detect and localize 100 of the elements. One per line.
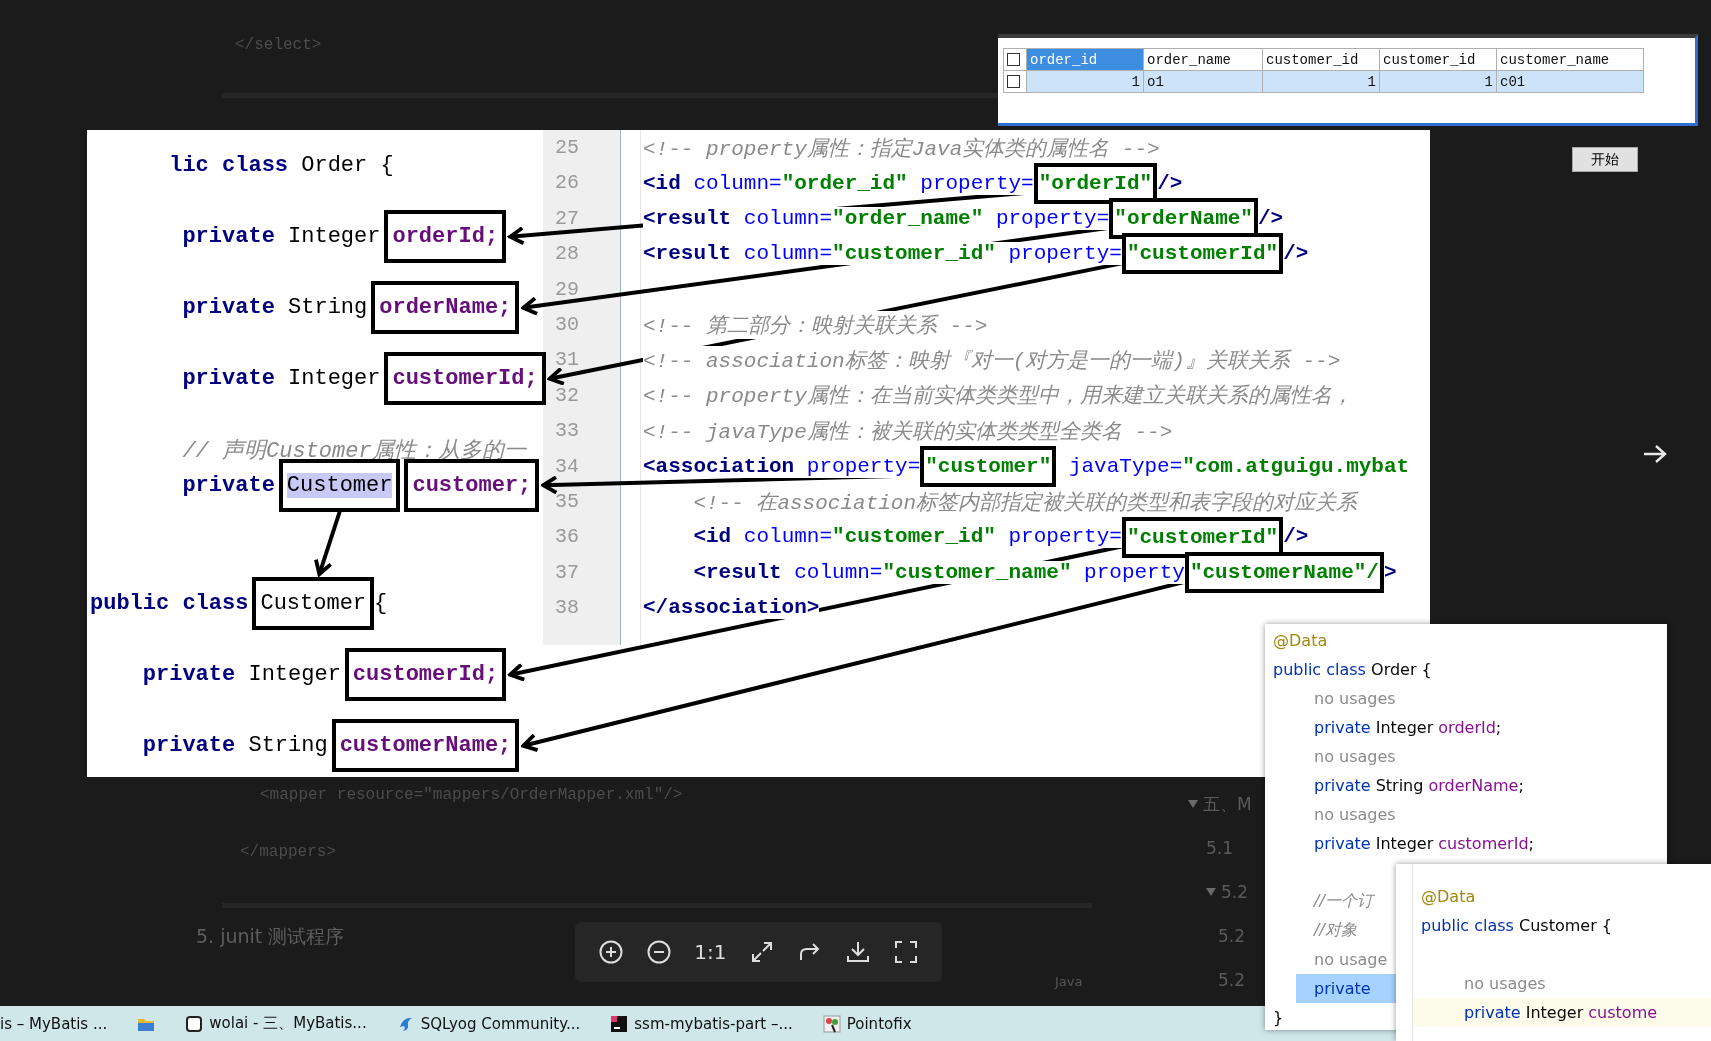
code-text: "customer_name" bbox=[882, 560, 1072, 584]
code-comment: <!-- 第二部分：映射关联关系 --> bbox=[643, 310, 988, 339]
code-text: </association> bbox=[643, 596, 820, 620]
code-text: <association bbox=[643, 454, 795, 478]
next-arrow-icon[interactable] bbox=[1641, 442, 1669, 466]
boxed-code: customerId; bbox=[384, 352, 546, 406]
annotation-text: @Data bbox=[1273, 631, 1328, 650]
code-text: ; bbox=[1495, 718, 1502, 737]
code-text: { bbox=[374, 591, 388, 617]
paint-icon[interactable] bbox=[822, 1014, 841, 1033]
triangle-icon[interactable] bbox=[1188, 800, 1198, 808]
code-text: ; bbox=[1528, 834, 1534, 853]
line-number: 36 bbox=[554, 524, 580, 551]
fullscreen-icon[interactable] bbox=[892, 939, 919, 965]
line-number: 25 bbox=[554, 135, 580, 161]
actual-size-button[interactable]: 1:1 bbox=[694, 940, 727, 964]
hint-text: no usages bbox=[1464, 974, 1546, 993]
outline-item: 5.2 bbox=[1221, 882, 1249, 902]
checkbox[interactable] bbox=[1007, 75, 1020, 89]
ide-icon[interactable] bbox=[610, 1014, 629, 1033]
outline-item: 五、M bbox=[1203, 792, 1252, 816]
download-icon[interactable] bbox=[844, 939, 871, 965]
code-comment: //一个订 bbox=[1314, 891, 1373, 912]
taskbar-item[interactable]: ssm-mybatis-part –... bbox=[634, 1014, 793, 1033]
code-text: String bbox=[1374, 776, 1425, 795]
boxed-code: orderId; bbox=[384, 210, 507, 264]
code-text: String bbox=[287, 295, 368, 321]
outline-item: 5.2 bbox=[1218, 970, 1246, 990]
code-text: private bbox=[141, 662, 236, 688]
code-text: private bbox=[1314, 776, 1371, 795]
code-text: lic class bbox=[168, 153, 289, 179]
code-text: private bbox=[181, 472, 275, 498]
boxed-code: customer; bbox=[404, 458, 540, 512]
window-icon[interactable] bbox=[185, 1014, 204, 1033]
code-text: String bbox=[247, 733, 328, 759]
zoom-out-icon[interactable] bbox=[646, 939, 673, 965]
code-comment: //对象 bbox=[1314, 920, 1357, 941]
code-text: Integer bbox=[1374, 718, 1435, 737]
line-number: 27 bbox=[554, 205, 580, 232]
code-text: private bbox=[1464, 1003, 1521, 1022]
boxed-code: "customerId" bbox=[1121, 233, 1284, 275]
boxed-code: Customer bbox=[252, 577, 375, 631]
code-text: <result bbox=[643, 206, 732, 230]
code-text: orderId bbox=[1438, 718, 1496, 737]
boxed-code: customerName; bbox=[331, 719, 520, 773]
boxed-code: "customerName"/ bbox=[1184, 551, 1384, 593]
column-header[interactable]: customer_id bbox=[1262, 48, 1380, 71]
code-text: Order { bbox=[1370, 660, 1432, 679]
code-text: private bbox=[1314, 718, 1371, 737]
line-number: 38 bbox=[554, 595, 580, 622]
column-header[interactable]: order_name bbox=[1143, 48, 1263, 71]
boxed-code: orderName; bbox=[371, 281, 520, 335]
taskbar-item[interactable]: is – MyBatis ... bbox=[0, 1014, 108, 1033]
code-text: orderName bbox=[1428, 776, 1519, 795]
boxed-code: "customer" bbox=[920, 445, 1057, 487]
code-text: private bbox=[181, 295, 275, 321]
boxed-code: "orderId" bbox=[1033, 162, 1158, 204]
hint-text: no usage bbox=[1314, 950, 1388, 969]
checkbox[interactable] bbox=[1007, 53, 1020, 67]
taskbar-item[interactable]: Pointofix bbox=[846, 1014, 912, 1033]
code-text: ; bbox=[1518, 776, 1524, 795]
arrow bbox=[314, 511, 342, 577]
taskbar-item[interactable]: wolai - 三、MyBatis... bbox=[209, 1014, 367, 1033]
code-text: public class bbox=[1421, 916, 1514, 935]
line-number: 29 bbox=[554, 276, 580, 303]
column-header[interactable]: customer_id bbox=[1379, 48, 1497, 71]
annotation-text: @Data bbox=[1421, 887, 1476, 906]
line-number: 30 bbox=[554, 311, 580, 338]
boxed-code: customerId; bbox=[344, 648, 507, 702]
code-text: private bbox=[181, 366, 275, 392]
code-text: Customer { bbox=[1518, 916, 1613, 935]
line-number: 34 bbox=[554, 453, 580, 480]
code-text: } bbox=[1273, 1008, 1284, 1027]
taskbar-item[interactable]: SQLyog Community... bbox=[420, 1014, 581, 1033]
line-number: 28 bbox=[554, 241, 580, 268]
code-text: Order { bbox=[300, 153, 394, 179]
line-number: 33 bbox=[554, 418, 580, 445]
code-text: Integer bbox=[1374, 834, 1435, 853]
section-heading: 5. junit 测试程序 bbox=[196, 924, 345, 949]
zoom-in-icon[interactable] bbox=[598, 939, 625, 965]
code-text: property= bbox=[995, 242, 1122, 266]
code-text: Integer bbox=[287, 366, 381, 392]
code-text: private bbox=[1314, 979, 1371, 998]
code-text: "com.atguigu.mybat bbox=[1182, 454, 1410, 478]
line-number: 35 bbox=[554, 488, 580, 515]
outline-item: 5.2 bbox=[1218, 926, 1246, 946]
code-text: customerId bbox=[1438, 834, 1529, 853]
column-header[interactable]: customer_name bbox=[1496, 48, 1644, 71]
code-text: public class bbox=[90, 591, 249, 617]
line-number: 26 bbox=[554, 170, 580, 197]
triangle-icon[interactable] bbox=[1206, 888, 1216, 896]
code-text: "customer_id" bbox=[832, 242, 996, 266]
boxed-code: "customerId" bbox=[1121, 516, 1284, 558]
boxed-code: Customer bbox=[278, 458, 401, 512]
code-text: custome bbox=[1588, 1003, 1658, 1022]
line-number: 32 bbox=[554, 382, 580, 409]
code-text: Integer bbox=[1524, 1003, 1585, 1022]
code-text: Integer bbox=[287, 224, 381, 250]
line-number: 37 bbox=[554, 559, 580, 586]
start-button[interactable]: 开始 bbox=[1572, 147, 1638, 172]
